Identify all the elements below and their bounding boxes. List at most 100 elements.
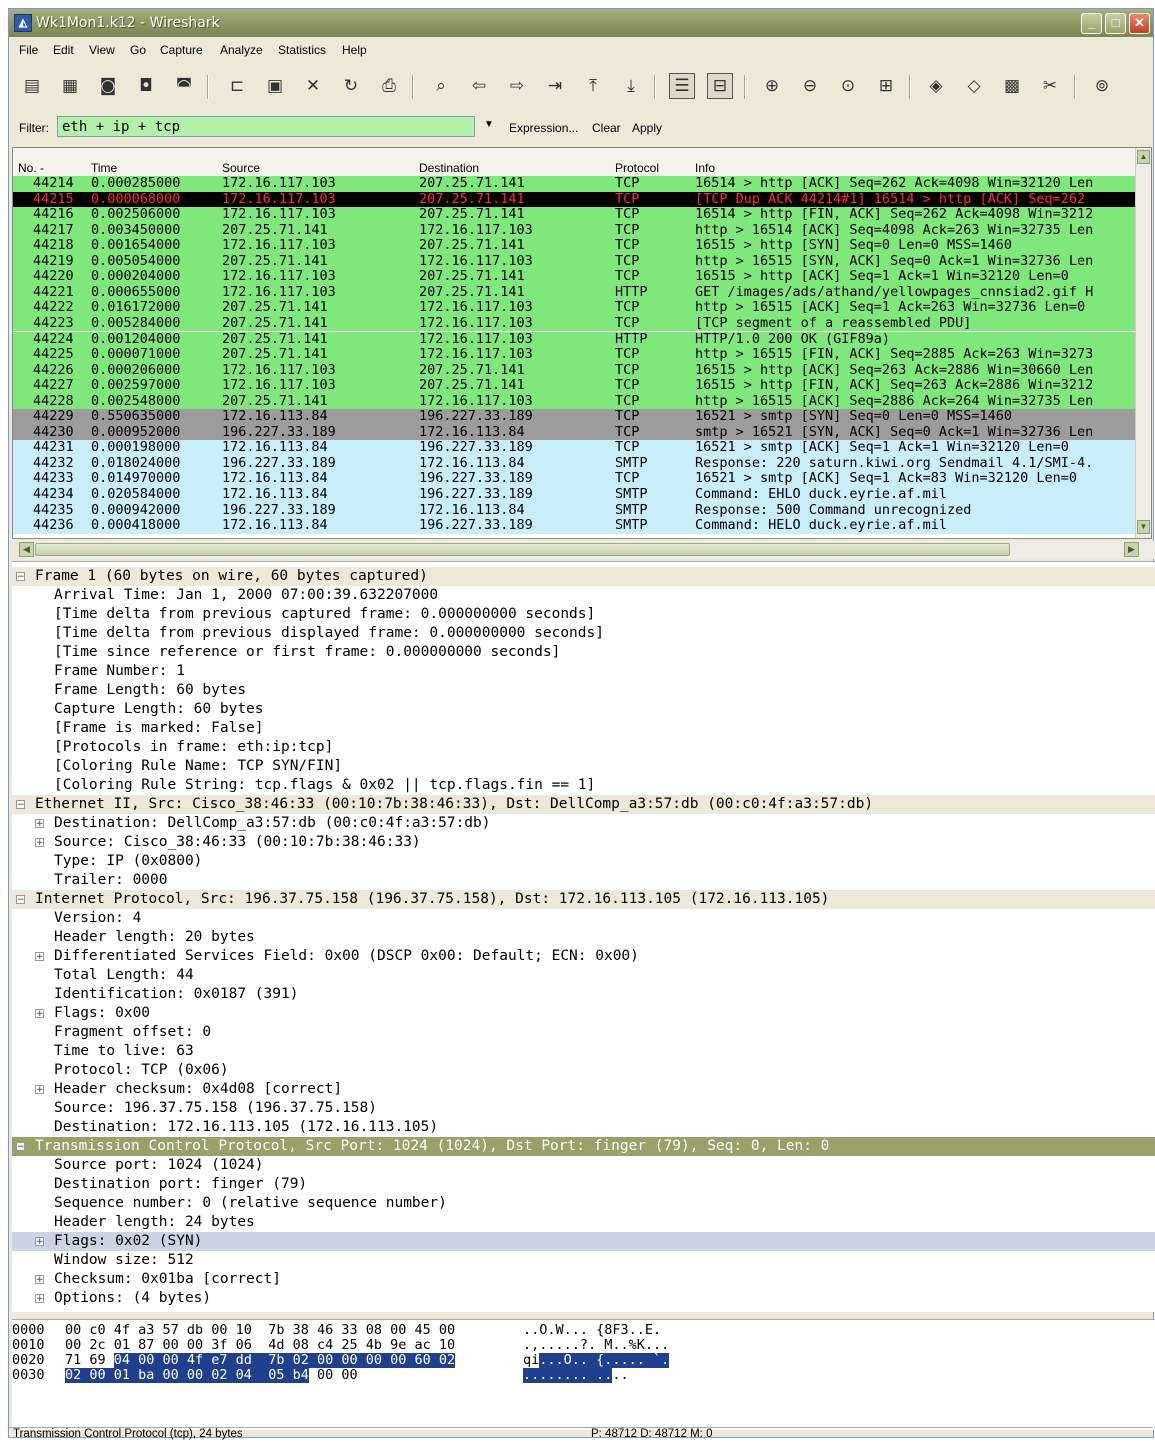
stop-capture-icon[interactable]: ◘ [133,73,159,99]
horizontal-scroll-thumb[interactable] [35,543,1010,556]
save-file-icon[interactable]: ▣ [262,73,288,99]
packet-row[interactable]: 44219 0.005054000 207.25.71.141 172.16.117.… [13,253,1137,270]
detail-field[interactable]: Arrival Time: Jan 1, 2000 07:00:39.63220… [12,586,1155,605]
normal-size-icon[interactable]: ⊙ [835,73,861,99]
find-packet-icon[interactable]: ⌕ [428,73,454,99]
close-button[interactable]: ✕ [1129,13,1150,34]
detail-field[interactable]: Source port: 1024 (1024) [12,1156,1155,1175]
clear-button[interactable]: Clear [592,121,621,135]
packet-row[interactable]: 44220 0.000204000 172.16.117.103 207.25.71.… [13,269,1137,285]
menu-analyze[interactable]: Analyze [220,43,263,57]
help-icon[interactable]: ⊚ [1089,73,1115,99]
expression-button[interactable]: Expression... [509,121,578,135]
collapse-icon[interactable]: − [16,800,25,810]
menu-capture[interactable]: Capture [160,43,203,57]
reload-icon[interactable]: ↻ [338,73,364,99]
expand-icon[interactable]: + [35,838,44,848]
coloring-rules-icon[interactable]: ▩ [999,73,1025,99]
detail-field[interactable]: Trailer: 0000 [12,871,1155,890]
packet-row[interactable]: 44225 0.000071000 207.25.71.141 172.16.117.… [13,347,1137,363]
scroll-right-icon[interactable]: ▶ [1124,542,1139,557]
menu-help[interactable]: Help [342,43,367,57]
detail-field[interactable]: Version: 4 [12,909,1155,928]
detail-field[interactable]: [Coloring Rule String: tcp.flags & 0x02 … [12,776,1155,795]
expand-icon[interactable]: + [35,1275,44,1285]
display-filter-input[interactable] [57,116,475,137]
detail-field[interactable]: Type: IP (0x0800) [12,852,1155,871]
packet-row[interactable]: 44228 0.002548000 207.25.71.141 172.16.117.… [13,393,1137,410]
column-time[interactable]: Time [91,161,117,175]
detail-field[interactable]: Time to live: 63 [12,1042,1155,1061]
expand-icon[interactable]: + [35,1294,44,1304]
column-info[interactable]: Info [695,161,715,175]
detail-section-header[interactable]: − Internet Protocol, Src: 196.37.75.158 (… [12,890,1155,909]
packet-row[interactable]: 44222 0.016172000 207.25.71.141 172.16.117.… [13,300,1137,316]
column-no[interactable]: No. - [18,161,44,175]
packet-list[interactable]: No. - Time Source Destination Protocol I… [12,147,1152,539]
close-file-icon[interactable]: ✕ [300,73,326,99]
display-filters-icon[interactable]: ◇ [961,73,987,99]
detail-section-header[interactable]: − Ethernet II, Src: Cisco_38:46:33 (00:10… [12,795,1155,814]
packet-row[interactable]: 44218 0.001654000 172.16.117.103 207.25.71.… [13,238,1137,254]
detail-field[interactable]: + Header checksum: 0x4d08 [correct] [12,1080,1155,1099]
menu-view[interactable]: View [89,43,115,57]
auto-scroll-icon[interactable]: ⊟ [707,73,733,99]
packet-row[interactable]: 44216 0.002506000 172.16.117.103 207.25.71.… [13,207,1137,223]
detail-field[interactable]: Sequence number: 0 (relative sequence nu… [12,1194,1155,1213]
collapse-icon[interactable]: − [16,895,25,905]
print-icon[interactable]: ⎙ [376,73,402,99]
column-source[interactable]: Source [222,161,260,175]
maximize-button[interactable]: □ [1105,13,1126,34]
packet-bytes-pane[interactable]: 0000 00 c0 4f a3 57 db 00 10 7b 38 46 33 … [12,1319,1155,1430]
scroll-up-icon[interactable]: ▲ [1137,150,1150,164]
expand-icon[interactable]: + [35,1009,44,1019]
detail-field[interactable]: + Flags: 0x00 [12,1004,1155,1023]
detail-field[interactable]: Header length: 24 bytes [12,1213,1155,1232]
packet-list-horizontal-scrollbar[interactable]: ◀ ▶ [19,541,1155,559]
packet-row[interactable]: 44221 0.000655000 172.16.117.103 207.25.71.… [13,284,1137,301]
last-packet-icon[interactable]: ⤓ [618,73,644,99]
detail-field[interactable]: + Destination: DellComp_a3:57:db (00:c0:4… [12,814,1155,833]
capture-options-icon[interactable]: ▦ [57,73,83,99]
detail-field[interactable]: [Frame is marked: False] [12,719,1155,738]
column-destination[interactable]: Destination [419,161,479,175]
column-protocol[interactable]: Protocol [615,161,659,175]
detail-field[interactable]: + Flags: 0x02 (SYN) [12,1232,1155,1251]
filter-dropdown-icon[interactable]: ▼ [484,119,494,130]
detail-field[interactable]: Frame Length: 60 bytes [12,681,1155,700]
open-file-icon[interactable]: ⊏ [224,73,250,99]
capture-filters-icon[interactable]: ◈ [923,73,949,99]
go-to-packet-icon[interactable]: ⇥ [542,73,568,99]
detail-field[interactable]: Destination port: finger (79) [12,1175,1155,1194]
detail-field[interactable]: [Time delta from previous captured frame… [12,605,1155,624]
go-forward-icon[interactable]: ⇨ [504,73,530,99]
scroll-down-icon[interactable]: ▼ [1137,520,1150,534]
packet-row[interactable]: 44234 0.020584000 172.16.113.84 196.227.33.… [13,487,1137,503]
packet-row[interactable]: 44232 0.018024000 196.227.33.189 172.16.113… [13,455,1137,472]
detail-section-header[interactable]: − Frame 1 (60 bytes on wire, 60 bytes cap… [12,567,1155,586]
packet-row[interactable]: 44230 0.000952000 196.227.33.189 172.16.113… [13,424,1137,441]
packet-row[interactable]: 44227 0.002597000 172.16.117.103 207.25.71.… [13,378,1137,394]
minimize-button[interactable]: _ [1081,13,1102,34]
start-capture-icon[interactable]: ◙ [95,73,121,99]
detail-field[interactable]: Frame Number: 1 [12,662,1155,681]
detail-field[interactable]: [Protocols in frame: eth:ip:tcp] [12,738,1155,757]
expand-icon[interactable]: + [35,1085,44,1095]
packet-row[interactable]: 44226 0.000206000 172.16.117.103 207.25.71.… [13,362,1137,379]
menu-file[interactable]: File [19,43,38,57]
detail-field[interactable]: Window size: 512 [12,1251,1155,1270]
title-bar[interactable]: ◭ Wk1Mon1.k12 - Wireshark _ □ ✕ [9,9,1153,37]
packet-row[interactable]: 44224 0.001204000 207.25.71.141 172.16.117.… [13,331,1137,348]
packet-row[interactable]: 44223 0.005284000 207.25.71.141 172.16.117.… [13,315,1137,332]
packet-row[interactable]: 44215 0.000068000 172.16.117.103 207.25.71.… [13,191,1137,208]
detail-field[interactable]: Protocol: TCP (0x06) [12,1061,1155,1080]
packet-row[interactable]: 44236 0.000418000 172.16.113.84 196.227.33.… [13,518,1137,534]
expand-icon[interactable]: + [35,819,44,829]
scroll-left-icon[interactable]: ◀ [19,542,34,557]
colorize-icon[interactable]: ☰ [669,73,695,99]
detail-field[interactable]: [Time delta from previous displayed fram… [12,624,1155,643]
collapse-icon[interactable]: − [16,572,25,582]
packet-details-pane[interactable]: − Frame 1 (60 bytes on wire, 60 bytes cap… [12,561,1155,1312]
menu-edit[interactable]: Edit [53,43,74,57]
packet-list-vertical-scrollbar[interactable]: ▲ ▼ [1135,148,1151,538]
